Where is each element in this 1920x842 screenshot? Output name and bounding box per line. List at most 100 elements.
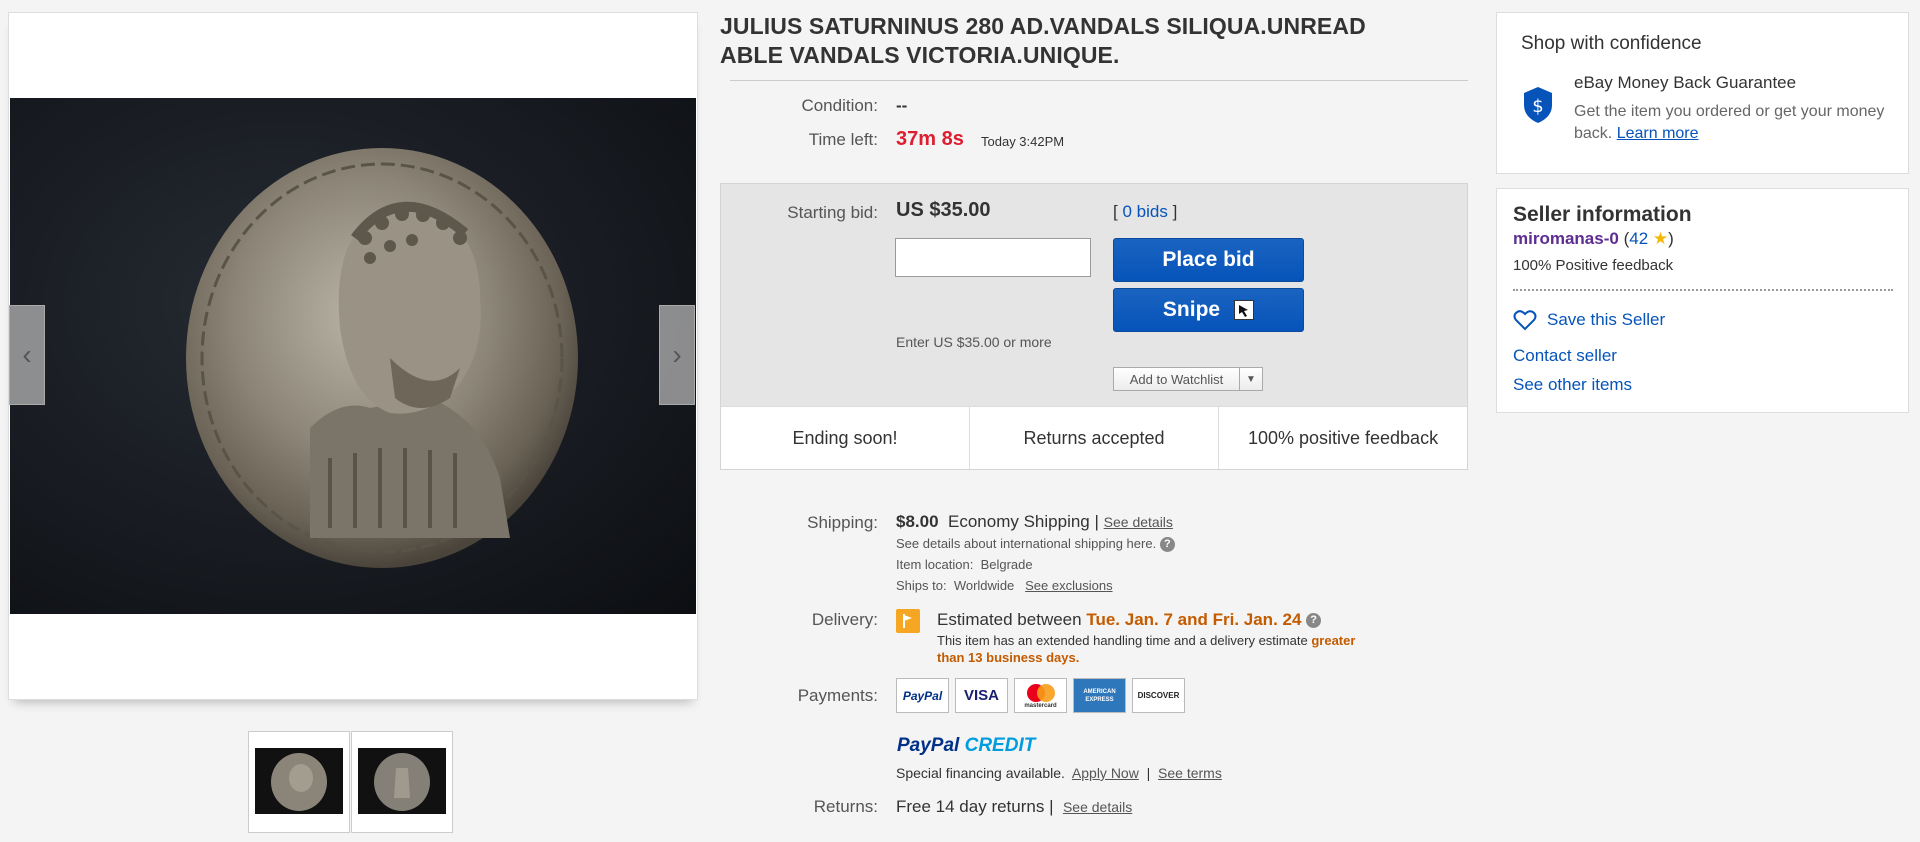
condition-label: Condition:: [801, 96, 878, 115]
returns-label: Returns:: [813, 797, 878, 816]
shop-with-confidence-card: Shop with confidence $ eBay Money Back G…: [1496, 12, 1909, 174]
seller-heading: Seller information: [1513, 203, 1692, 226]
bid-amount-input[interactable]: [895, 238, 1091, 277]
financing-line: Special financing available. Apply Now |…: [896, 765, 1222, 781]
delivery-note-highlight-1: greater: [1311, 633, 1356, 648]
bid-count-link[interactable]: 0 bids: [1122, 202, 1167, 221]
delivery-flag-icon: [896, 609, 920, 633]
promo-positive-feedback: 100% positive feedback: [1247, 427, 1439, 448]
help-icon[interactable]: ?: [1306, 613, 1322, 629]
delivery-note-highlight-2: than 13 business days.: [937, 650, 1080, 665]
shipping-method: Economy Shipping |: [948, 512, 1099, 531]
thumbnail-2[interactable]: [351, 731, 453, 833]
returns-value: Free 14 day returns |: [896, 797, 1054, 816]
promo-returns-accepted: Returns accepted: [970, 407, 1219, 469]
snipe-icon: [1234, 300, 1255, 320]
save-seller-button[interactable]: Save this Seller: [1513, 309, 1665, 331]
starting-bid-value: US $35.00: [896, 199, 991, 221]
financing-text: Special financing available.: [896, 765, 1065, 781]
help-icon[interactable]: ?: [1159, 537, 1175, 553]
delivery-note-text: This item has an extended handling time …: [937, 633, 1308, 648]
svg-text:$: $: [1532, 96, 1543, 117]
returns-see-details-link[interactable]: See details: [1063, 799, 1132, 815]
chevron-left-icon: ‹: [22, 339, 32, 370]
time-left-end: Today 3:42PM: [981, 134, 1065, 149]
time-left-value: 37m 8s: [896, 128, 964, 150]
seller-divider: [1513, 289, 1893, 291]
delivery-estimate: Estimated between Tue. Jan. 7 and Fri. J…: [937, 610, 1322, 630]
shipping-line: $8.00 Economy Shipping | See details: [896, 512, 1173, 532]
delivery-note: This item has an extended handling time …: [937, 632, 1457, 666]
returns-line: Free 14 day returns | See details: [896, 797, 1132, 817]
paypal-credit-paypal: PayPal: [897, 735, 960, 756]
condition-value: --: [896, 96, 908, 115]
promo-row: Ending soon! Returns accepted 100% posit…: [721, 406, 1467, 469]
learn-more-link[interactable]: Learn more: [1617, 125, 1699, 142]
item-title-line-1: JULIUS SATURNINUS 280 AD.VANDALS SILIQUA…: [720, 13, 1366, 39]
main-image-frame: ‹ ›: [8, 12, 698, 700]
place-bid-label: Place bid: [1162, 248, 1255, 271]
ships-to: Ships to: Worldwide See exclusions: [896, 578, 1113, 593]
item-location-label: Item location:: [896, 557, 974, 572]
intl-shipping-note: See details about international shipping…: [896, 536, 1175, 553]
promo-ending-soon: Ending soon!: [721, 407, 970, 469]
ships-to-value: Worldwide: [953, 578, 1015, 593]
guarantee-title: eBay Money Back Guarantee: [1574, 73, 1797, 92]
watchlist-dropdown-icon[interactable]: ▼: [1240, 368, 1262, 390]
shipping-label: Shipping:: [807, 513, 878, 532]
chevron-right-icon: ›: [672, 339, 682, 370]
financing-separator: |: [1146, 765, 1151, 781]
ships-to-label: Ships to:: [896, 578, 947, 593]
bid-count-open: [: [1113, 202, 1118, 221]
seller-feedback: 100% Positive feedback: [1513, 257, 1674, 274]
mastercard-circles-icon: [1026, 683, 1055, 702]
paypal-credit-logo: PayPal CREDIT: [897, 735, 1035, 757]
shield-dollar-icon: $: [1521, 85, 1555, 130]
contact-seller-link[interactable]: Contact seller: [1513, 346, 1617, 366]
item-title-line-2: ABLE VANDALS VICTORIA.UNIQUE.: [720, 42, 1120, 68]
discover-logo: DISCOVER: [1132, 678, 1185, 713]
heart-icon: [1513, 310, 1537, 331]
item-location: Item location: Belgrade: [896, 557, 1033, 572]
time-left-label: Time left:: [808, 130, 878, 149]
snipe-button[interactable]: Snipe: [1113, 288, 1304, 332]
delivery-dates: Tue. Jan. 7 and Fri. Jan. 24: [1086, 610, 1302, 629]
item-title: JULIUS SATURNINUS 280 AD.VANDALS SILIQUA…: [720, 12, 1420, 70]
item-location-value: Belgrade: [980, 557, 1033, 572]
shipping-cost: $8.00: [896, 512, 939, 531]
delivery-estimate-prefix: Estimated between: [937, 610, 1082, 629]
paypal-logo: PayPal: [896, 678, 949, 713]
seller-username-link[interactable]: miromanas-0: [1513, 229, 1619, 248]
mastercard-text: mastercard: [1024, 702, 1057, 709]
snipe-label: Snipe: [1162, 298, 1221, 321]
confidence-heading: Shop with confidence: [1521, 33, 1702, 54]
paypal-credit-credit: CREDIT: [964, 735, 1036, 756]
mastercard-logo: mastercard: [1014, 678, 1067, 713]
title-divider: [730, 80, 1468, 81]
guarantee-text-block: Get the item you ordered or get your mon…: [1574, 101, 1894, 145]
shipping-see-details-link[interactable]: See details: [1104, 514, 1173, 530]
prev-image-button[interactable]: ‹: [9, 305, 45, 405]
thumbnail-1[interactable]: [248, 731, 350, 833]
place-bid-button[interactable]: Place bid: [1113, 238, 1304, 282]
see-terms-link[interactable]: See terms: [1158, 765, 1222, 781]
save-seller-label: Save this Seller: [1547, 310, 1666, 329]
thumbnail-image: [358, 748, 446, 814]
delivery-label: Delivery:: [811, 610, 878, 629]
apply-now-link[interactable]: Apply Now: [1072, 765, 1139, 781]
add-to-watchlist-button[interactable]: Add to Watchlist ▼: [1113, 367, 1263, 391]
coin-image: [186, 148, 578, 568]
starting-bid-label: Starting bid:: [787, 203, 878, 222]
seller-information-card: Seller information miromanas-0 (42 ★) 10…: [1496, 188, 1909, 413]
see-exclusions-link[interactable]: See exclusions: [1025, 578, 1112, 593]
see-other-items-link[interactable]: See other items: [1513, 375, 1632, 395]
visa-logo: VISA: [955, 678, 1008, 713]
seller-identity: miromanas-0 (42 ★): [1513, 229, 1674, 249]
payments-label: Payments:: [797, 686, 878, 705]
next-image-button[interactable]: ›: [659, 305, 695, 405]
seller-score-link[interactable]: 42: [1629, 229, 1648, 248]
star-icon: ★: [1652, 229, 1669, 248]
item-main-image[interactable]: [10, 98, 696, 614]
intl-shipping-text: See details about international shipping…: [896, 536, 1157, 551]
thumbnail-image: [255, 748, 343, 814]
